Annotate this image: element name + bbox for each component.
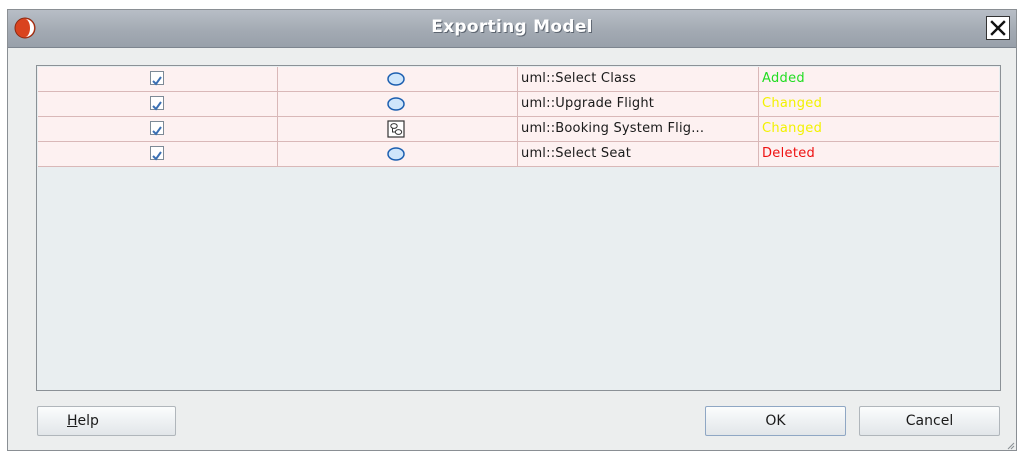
export-items-table[interactable]: uml::Select Class Added uml::Upgrade Fli…: [36, 65, 1001, 391]
name-cell: uml::Select Class: [518, 67, 759, 91]
help-button[interactable]: Help: [37, 406, 176, 436]
close-button[interactable]: [986, 16, 1010, 40]
title-bar[interactable]: Exporting Model: [8, 10, 1016, 48]
table-row[interactable]: uml::Booking System Flig... Changed: [38, 117, 999, 142]
status-cell: Added: [759, 67, 999, 91]
table-row[interactable]: uml::Select Class Added: [38, 67, 999, 92]
element-name: uml::Upgrade Flight: [521, 96, 655, 111]
check-cell: [38, 117, 278, 141]
help-button-label: Help: [67, 413, 99, 429]
element-name: uml::Select Seat: [521, 146, 632, 161]
table-row[interactable]: uml::Upgrade Flight Changed: [38, 92, 999, 117]
name-cell: uml::Booking System Flig...: [518, 117, 759, 141]
use-case-icon: [387, 97, 405, 111]
use-case-icon: [387, 72, 405, 86]
icon-cell: [278, 67, 518, 91]
check-cell: [38, 142, 278, 166]
cancel-button[interactable]: Cancel: [859, 406, 1000, 436]
close-icon: [990, 20, 1006, 36]
element-name: uml::Booking System Flig...: [521, 121, 705, 136]
name-cell: uml::Upgrade Flight: [518, 92, 759, 116]
status-cell: Changed: [759, 92, 999, 116]
resize-grip-icon[interactable]: [1005, 440, 1015, 450]
exporting-model-dialog: Exporting Model uml::Select Class Added …: [7, 9, 1017, 451]
checkmark-icon: [152, 101, 162, 111]
status-label: Added: [762, 71, 805, 86]
checkmark-icon: [152, 126, 162, 136]
ok-button-label: OK: [765, 413, 786, 429]
status-label: Deleted: [762, 146, 816, 161]
cancel-button-label: Cancel: [905, 413, 954, 429]
check-cell: [38, 67, 278, 91]
row-checkbox[interactable]: [150, 96, 164, 111]
icon-cell: [278, 117, 518, 141]
ok-button[interactable]: OK: [705, 406, 846, 436]
status-label: Changed: [762, 121, 823, 136]
use-case-icon: [387, 147, 405, 161]
check-cell: [38, 92, 278, 116]
checkmark-icon: [152, 76, 162, 86]
icon-cell: [278, 142, 518, 166]
row-checkbox[interactable]: [150, 121, 164, 136]
status-cell: Deleted: [759, 142, 999, 166]
dialog-title: Exporting Model: [431, 17, 593, 37]
checkmark-icon: [152, 151, 162, 161]
status-label: Changed: [762, 96, 823, 111]
row-checkbox[interactable]: [150, 71, 164, 86]
element-name: uml::Select Class: [521, 71, 637, 86]
icon-cell: [278, 92, 518, 116]
status-cell: Changed: [759, 117, 999, 141]
row-checkbox[interactable]: [150, 146, 164, 161]
use-case-diagram-icon: [387, 120, 405, 138]
table-row[interactable]: uml::Select Seat Deleted: [38, 142, 999, 167]
name-cell: uml::Select Seat: [518, 142, 759, 166]
